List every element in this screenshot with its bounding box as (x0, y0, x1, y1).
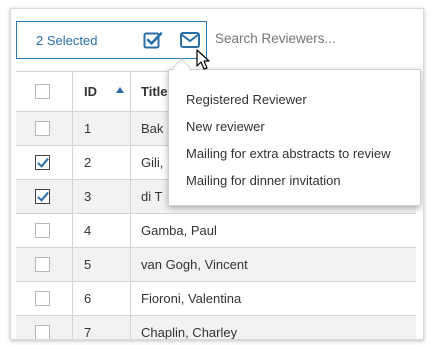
row-id: 4 (73, 214, 131, 247)
row-checkbox[interactable] (34, 257, 50, 272)
checkbox-checked-icon[interactable] (143, 31, 163, 49)
row-check-cell (16, 214, 73, 247)
row-id: 2 (73, 146, 131, 179)
row-name: Gamba, Paul (141, 223, 217, 238)
column-header-id-label: ID (84, 84, 97, 99)
select-all-cell (16, 72, 73, 111)
row-checkbox[interactable] (34, 189, 50, 204)
menu-item-extra-abstracts[interactable]: Mailing for extra abstracts to review (169, 140, 420, 167)
row-checkbox[interactable] (34, 223, 50, 238)
reviewers-panel: 2 Selected ID (10, 8, 424, 340)
row-id: 3 (73, 180, 131, 213)
select-all-checkbox[interactable] (34, 84, 50, 99)
sort-ascending-icon (116, 87, 124, 93)
menu-item-dinner-invitation[interactable]: Mailing for dinner invitation (169, 167, 420, 194)
table-row[interactable]: 4 Gamba, Paul (16, 214, 416, 248)
row-name: Chaplin, Charley (141, 325, 238, 340)
row-id: 7 (73, 316, 131, 339)
row-name: van Gogh, Vincent (141, 257, 248, 272)
mail-template-menu: Registered Reviewer New reviewer Mailing… (168, 69, 421, 206)
row-name: Fioroni, Valentina (141, 291, 242, 306)
menu-item-registered-reviewer[interactable]: Registered Reviewer (169, 86, 420, 113)
table-row[interactable]: 7 Chaplin, Charley (16, 316, 416, 340)
column-header-id[interactable]: ID (73, 72, 131, 111)
row-check-cell (16, 112, 73, 145)
row-check-cell (16, 248, 73, 281)
row-check-cell (16, 316, 73, 339)
toolbar: 2 Selected (11, 9, 423, 71)
row-id: 5 (73, 248, 131, 281)
selection-box: 2 Selected (16, 21, 207, 59)
row-check-cell (16, 146, 73, 179)
mouse-pointer-icon (196, 49, 212, 74)
row-checkbox[interactable] (34, 325, 50, 339)
menu-item-new-reviewer[interactable]: New reviewer (169, 113, 420, 140)
row-check-cell (16, 180, 73, 213)
row-id: 1 (73, 112, 131, 145)
row-checkbox[interactable] (34, 155, 50, 170)
selected-count-label: 2 Selected (36, 33, 98, 48)
search-input[interactable] (215, 31, 415, 46)
column-header-title-label: Title (141, 84, 168, 99)
row-id: 6 (73, 282, 131, 315)
row-checkbox[interactable] (34, 291, 50, 306)
row-check-cell (16, 282, 73, 315)
table-row[interactable]: 6 Fioroni, Valentina (16, 282, 416, 316)
table-row[interactable]: 5 van Gogh, Vincent (16, 248, 416, 282)
envelope-icon[interactable] (180, 31, 200, 49)
row-checkbox[interactable] (34, 121, 50, 136)
